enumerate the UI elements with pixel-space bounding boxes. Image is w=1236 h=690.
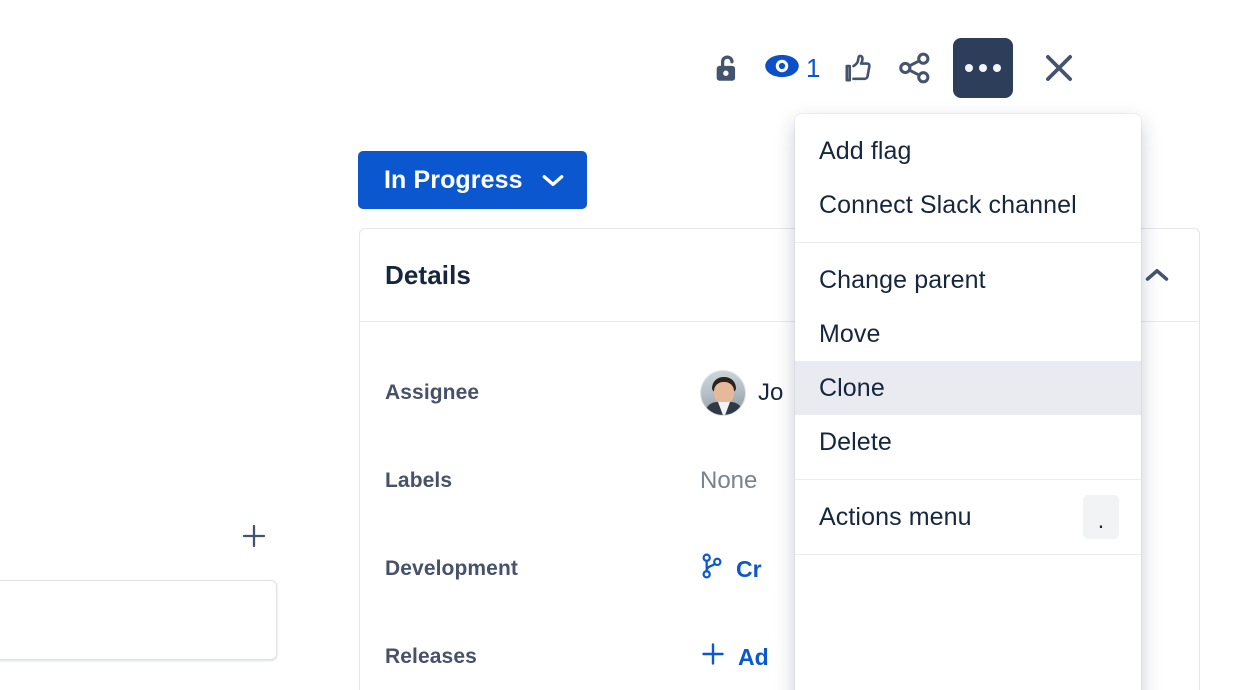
assignee-name: Jo [758, 379, 783, 407]
development-label: Cr [736, 556, 762, 583]
branch-icon [700, 553, 724, 585]
eye-icon [764, 51, 800, 86]
issue-action-bar: 1 [700, 40, 1087, 96]
add-item-button[interactable] [241, 523, 267, 549]
development-value[interactable]: Cr [700, 553, 762, 585]
field-label: Releases [385, 645, 700, 669]
field-label: Labels [385, 469, 700, 493]
menu-item-label: Move [819, 320, 881, 349]
more-actions-button[interactable] [953, 38, 1013, 98]
menu-item-connect-slack-channel[interactable]: Connect Slack channel [795, 178, 1141, 232]
menu-item-move[interactable]: Move [795, 307, 1141, 361]
menu-item-add-flag[interactable]: Add flag [795, 124, 1141, 178]
menu-item-label: Clone [819, 374, 885, 403]
more-actions-menu: Add flag Connect Slack channel Change pa… [795, 114, 1141, 690]
chevron-down-icon [541, 166, 565, 195]
menu-item-actions-menu[interactable]: Actions menu . [795, 490, 1141, 544]
assignee-value[interactable]: Jo [700, 370, 783, 416]
field-label: Development [385, 557, 700, 581]
status-label: In Progress [384, 166, 523, 195]
menu-group-3: Actions menu . [795, 480, 1141, 554]
issue-detail-view: 1 In Progress [0, 0, 1236, 690]
menu-item-label: Add flag [819, 137, 912, 166]
menu-group-2: Change parent Move Clone Delete [795, 243, 1141, 479]
menu-item-label: Connect Slack channel [819, 191, 1077, 220]
thumbs-up-icon[interactable] [831, 40, 887, 96]
watch-button[interactable]: 1 [756, 40, 831, 96]
keyboard-shortcut-badge: . [1083, 495, 1119, 539]
menu-item-label: Delete [819, 428, 892, 457]
more-ellipsis-icon [965, 64, 1001, 72]
background-card [0, 580, 277, 660]
menu-group-4 [795, 555, 1141, 575]
chevron-up-icon[interactable] [1137, 255, 1177, 295]
page-title: Details [385, 260, 471, 291]
unlock-icon[interactable] [700, 40, 756, 96]
watch-count: 1 [806, 55, 821, 81]
labels-value[interactable]: None [700, 467, 757, 495]
menu-item-change-parent[interactable]: Change parent [795, 253, 1141, 307]
share-icon[interactable] [887, 40, 943, 96]
menu-item-delete[interactable]: Delete [795, 415, 1141, 469]
menu-item-label: Actions menu [819, 503, 972, 532]
close-icon[interactable] [1031, 40, 1087, 96]
plus-icon [700, 641, 726, 673]
releases-label: Ad [738, 644, 769, 671]
avatar [700, 370, 746, 416]
status-dropdown-button[interactable]: In Progress [358, 151, 587, 209]
menu-group-1: Add flag Connect Slack channel [795, 114, 1141, 242]
releases-value[interactable]: Ad [700, 641, 769, 673]
menu-item-clone[interactable]: Clone [795, 361, 1141, 415]
field-label: Assignee [385, 381, 700, 405]
menu-item-label: Change parent [819, 266, 986, 295]
